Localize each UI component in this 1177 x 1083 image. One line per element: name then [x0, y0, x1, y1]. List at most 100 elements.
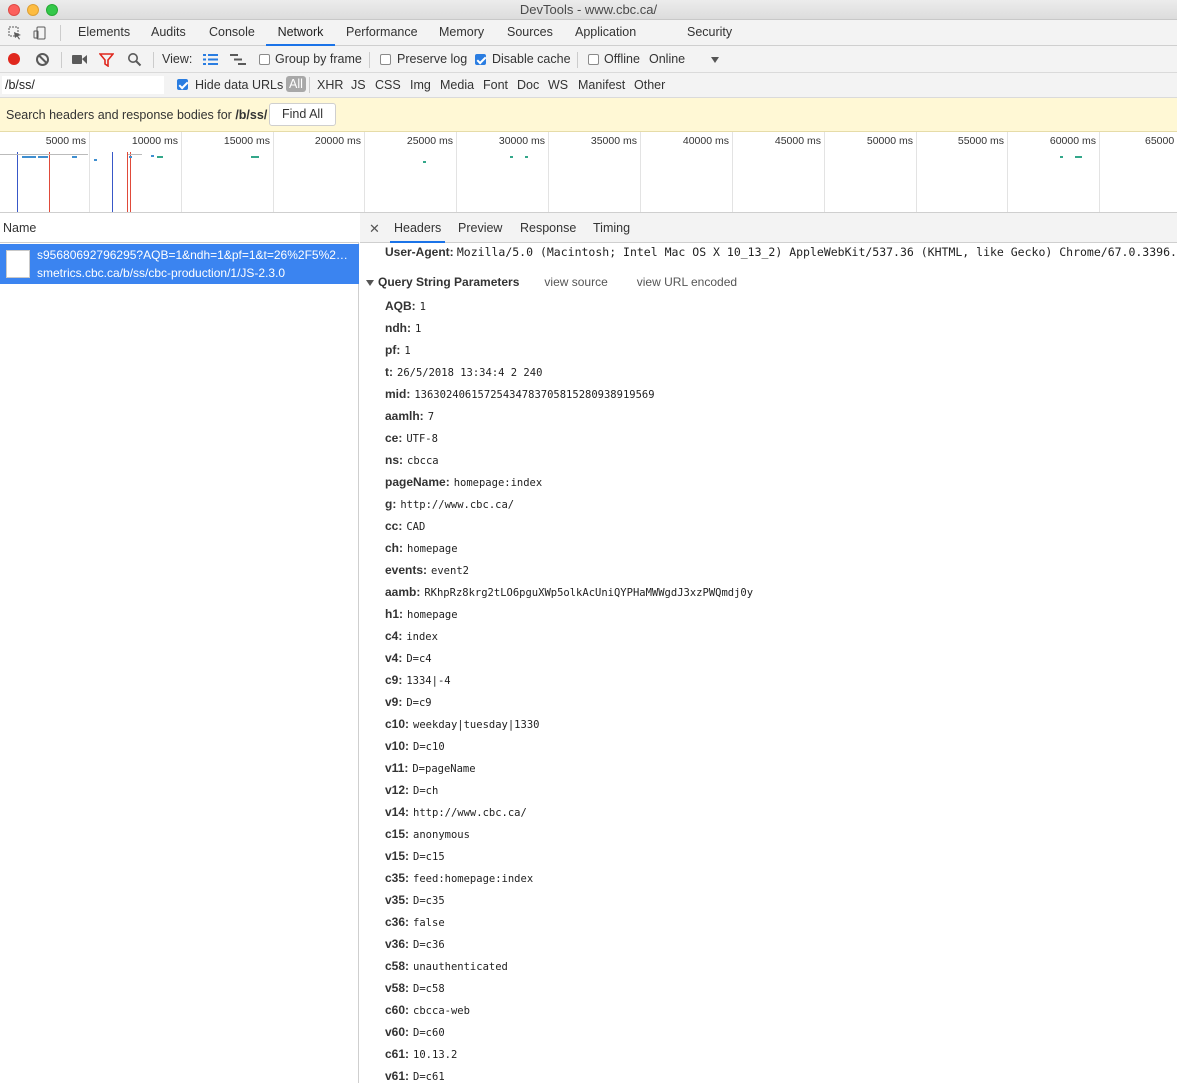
timeline-request-bar — [94, 159, 97, 161]
query-param-row: v14: http://www.cbc.ca/ — [385, 805, 753, 827]
query-param-row: ndh: 1 — [385, 321, 753, 343]
query-param-row: aamlh: 7 — [385, 409, 753, 431]
tab-sources[interactable]: Sources — [501, 20, 559, 46]
filter-type-doc[interactable]: Doc — [517, 78, 539, 92]
dom-content-loaded-line — [112, 152, 113, 212]
tab-console[interactable]: Console — [203, 20, 261, 46]
query-param-key: ndh: — [385, 321, 411, 335]
view-source-link[interactable]: view source — [544, 275, 607, 289]
network-overview-timeline[interactable]: 5000 ms 10000 ms 15000 ms 20000 ms 25000… — [0, 132, 1177, 213]
query-param-value: 26/5/2018 13:34:4 2 240 — [397, 367, 543, 379]
find-all-button[interactable]: Find All — [269, 103, 336, 126]
tab-timing[interactable]: Timing — [589, 213, 634, 243]
query-param-key: v36: — [385, 937, 410, 951]
query-param-row: v15: D=c15 — [385, 849, 753, 871]
tab-audits[interactable]: Audits — [145, 20, 192, 46]
query-string-section-header[interactable]: Query String Parameters view source view U… — [366, 275, 737, 289]
filter-input[interactable] — [2, 76, 164, 94]
query-param-key: c58: — [385, 959, 410, 973]
clear-icon[interactable] — [36, 53, 49, 66]
close-icon[interactable]: ✕ — [369, 221, 380, 237]
query-param-key: ch: — [385, 541, 403, 555]
request-details-panel: ✕ Headers Preview Response Timing User-A… — [360, 213, 1177, 1083]
view-url-encoded-link[interactable]: view URL encoded — [637, 275, 737, 289]
filter-icon[interactable] — [98, 53, 115, 70]
query-string-title: Query String Parameters — [378, 275, 520, 289]
query-param-value: cbcca — [407, 455, 439, 467]
timeline-request-bar — [0, 154, 88, 155]
tab-elements[interactable]: Elements — [72, 20, 136, 46]
query-param-value: index — [406, 631, 438, 643]
query-param-value: D=c35 — [413, 895, 445, 907]
query-param-row: v4: D=c4 — [385, 651, 753, 673]
tab-headers[interactable]: Headers — [390, 213, 446, 243]
query-param-row: v60: D=c60 — [385, 1025, 753, 1047]
toolbar-separator — [577, 52, 578, 68]
query-param-row: v9: D=c9 — [385, 695, 753, 717]
filter-type-media[interactable]: Media — [440, 78, 474, 92]
query-param-row: c58: unauthenticated — [385, 959, 753, 981]
tab-preview[interactable]: Preview — [454, 213, 506, 243]
group-by-frame-label: Group by frame — [275, 52, 362, 66]
filter-type-css[interactable]: CSS — [375, 78, 401, 92]
query-param-row: mid: 136302406157254347837058152809389195… — [385, 387, 753, 409]
query-param-row: v12: D=ch — [385, 783, 753, 805]
preserve-log-checkbox[interactable] — [380, 54, 391, 65]
tab-network[interactable]: Network — [266, 20, 335, 46]
expand-triangle-icon[interactable] — [366, 279, 374, 286]
tab-application[interactable]: Application — [569, 20, 642, 46]
timeline-tick: 30000 ms — [457, 132, 549, 212]
query-param-row: ce: UTF-8 — [385, 431, 753, 453]
query-param-key: t: — [385, 365, 393, 379]
filter-type-font[interactable]: Font — [483, 78, 508, 92]
filter-type-other[interactable]: Other — [634, 78, 665, 92]
query-param-key: v15: — [385, 849, 410, 863]
filter-type-all[interactable]: All — [286, 76, 306, 92]
waterfall-overview-icon[interactable] — [230, 53, 247, 69]
timeline-tick: 55000 ms — [917, 132, 1008, 212]
query-param-value: unauthenticated — [413, 961, 508, 973]
query-param-key: c35: — [385, 871, 410, 885]
large-request-rows-icon[interactable] — [203, 53, 218, 69]
query-param-row: ch: homepage — [385, 541, 753, 563]
tab-memory[interactable]: Memory — [433, 20, 490, 46]
request-row[interactable]: s95680692796295?AQB=1&ndh=1&pf=1&t=26%2F… — [0, 244, 359, 284]
query-param-value: 1 — [404, 345, 411, 357]
query-param-value: D=c4 — [406, 653, 432, 665]
query-param-value: http://www.cbc.ca/ — [400, 499, 515, 511]
tab-performance[interactable]: Performance — [340, 20, 424, 46]
hide-data-urls-checkbox[interactable] — [177, 79, 188, 90]
query-param-row: c61: 10.13.2 — [385, 1047, 753, 1069]
tab-response[interactable]: Response — [516, 213, 580, 243]
name-column-header[interactable]: Name — [0, 213, 359, 243]
offline-checkbox[interactable] — [588, 54, 599, 65]
record-button[interactable] — [8, 53, 20, 65]
disable-cache-checkbox[interactable] — [475, 54, 486, 65]
filter-type-img[interactable]: Img — [410, 78, 431, 92]
inspect-element-icon[interactable] — [8, 26, 22, 40]
filter-type-manifest[interactable]: Manifest — [578, 78, 625, 92]
filter-type-ws[interactable]: WS — [548, 78, 568, 92]
tab-security[interactable]: Security — [681, 20, 738, 46]
group-by-frame-checkbox[interactable] — [259, 54, 270, 65]
timeline-request-bar — [1060, 156, 1063, 158]
toolbar-separator — [369, 52, 370, 68]
chevron-down-icon[interactable] — [711, 57, 719, 63]
disable-cache-label: Disable cache — [492, 52, 571, 66]
filter-type-xhr[interactable]: XHR — [317, 78, 343, 92]
search-icon[interactable] — [127, 52, 142, 70]
query-param-key: events: — [385, 563, 428, 577]
view-label: View: — [162, 52, 193, 66]
filter-row: Hide data URLs All XHR JS CSS Img Media … — [0, 73, 1177, 98]
request-name: s95680692796295?AQB=1&ndh=1&pf=1&t=26%2F… — [37, 248, 355, 262]
query-param-value: 13630240615725434783705815280938919569 — [414, 389, 655, 401]
query-param-value: 1 — [419, 301, 426, 313]
query-param-key: v58: — [385, 981, 410, 995]
throttling-select[interactable]: Online — [649, 52, 685, 66]
window-titlebar: DevTools - www.cbc.ca/ — [0, 0, 1177, 20]
screenshot-camera-icon[interactable] — [72, 54, 88, 68]
query-param-row: ns: cbcca — [385, 453, 753, 475]
query-params-list: AQB: 1 ndh: 1 pf: 1 t: 26/5/2018 13:34:4 2 240 m… — [385, 299, 753, 1083]
filter-type-js[interactable]: JS — [351, 78, 366, 92]
device-toolbar-icon[interactable] — [33, 26, 47, 40]
